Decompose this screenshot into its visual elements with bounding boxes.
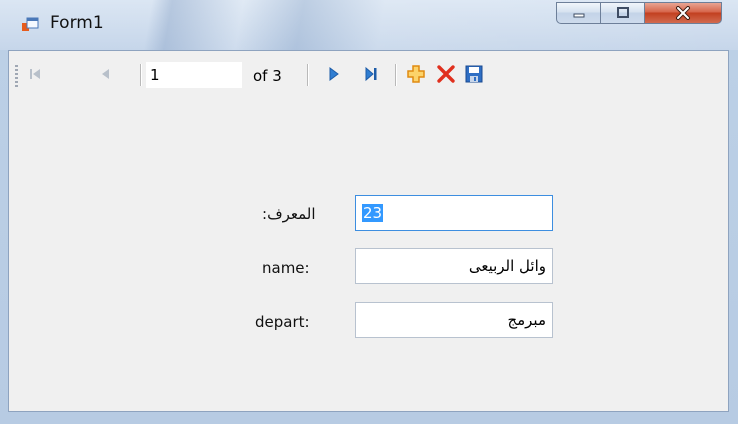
save-button[interactable] xyxy=(464,63,484,85)
toolbar-separator xyxy=(140,64,141,86)
close-button[interactable] xyxy=(644,2,722,24)
move-next-button[interactable] xyxy=(324,63,344,85)
move-next-icon xyxy=(329,67,339,81)
close-icon xyxy=(676,6,690,20)
delete-icon xyxy=(437,65,455,83)
window-title: Form1 xyxy=(50,13,104,33)
depart-field[interactable]: مبرمج xyxy=(355,302,553,338)
id-label: :المعرف xyxy=(262,205,316,223)
maximize-icon xyxy=(616,7,629,18)
maximize-button[interactable] xyxy=(600,2,644,24)
minimize-button[interactable] xyxy=(556,2,600,24)
move-previous-icon xyxy=(102,69,109,79)
add-new-icon xyxy=(407,65,425,83)
id-field[interactable]: 23 xyxy=(355,195,553,231)
move-last-icon xyxy=(365,66,377,82)
name-label: name: xyxy=(262,259,310,277)
minimize-icon xyxy=(573,13,584,18)
move-first-icon xyxy=(30,69,40,79)
id-value: 23 xyxy=(362,204,384,222)
add-new-button[interactable] xyxy=(406,63,426,85)
move-previous-button[interactable] xyxy=(95,63,115,85)
delete-button[interactable] xyxy=(436,63,456,85)
move-last-button[interactable] xyxy=(361,63,381,85)
app-icon xyxy=(22,17,39,31)
name-field[interactable]: وائل الربيعى xyxy=(355,248,553,284)
save-icon xyxy=(465,65,483,83)
depart-value: مبرمج xyxy=(507,311,546,329)
move-first-button[interactable] xyxy=(25,63,45,85)
main-window: Form1 1 of 3:المعرف 23 name: وائل الربي… xyxy=(0,0,738,424)
toolbar-separator xyxy=(307,64,308,86)
caption-buttons xyxy=(556,2,722,24)
count-label: of 3 xyxy=(253,67,282,85)
title-bar[interactable]: Form1 xyxy=(0,0,738,50)
form-client-area: of 3 xyxy=(8,50,729,412)
position-input[interactable] xyxy=(146,62,242,88)
depart-label: depart: xyxy=(255,313,310,331)
name-value: وائل الربيعى xyxy=(468,257,546,275)
binding-navigator: of 3 xyxy=(9,51,728,95)
toolbar-separator xyxy=(395,64,396,86)
toolbar-grip[interactable] xyxy=(15,65,18,87)
